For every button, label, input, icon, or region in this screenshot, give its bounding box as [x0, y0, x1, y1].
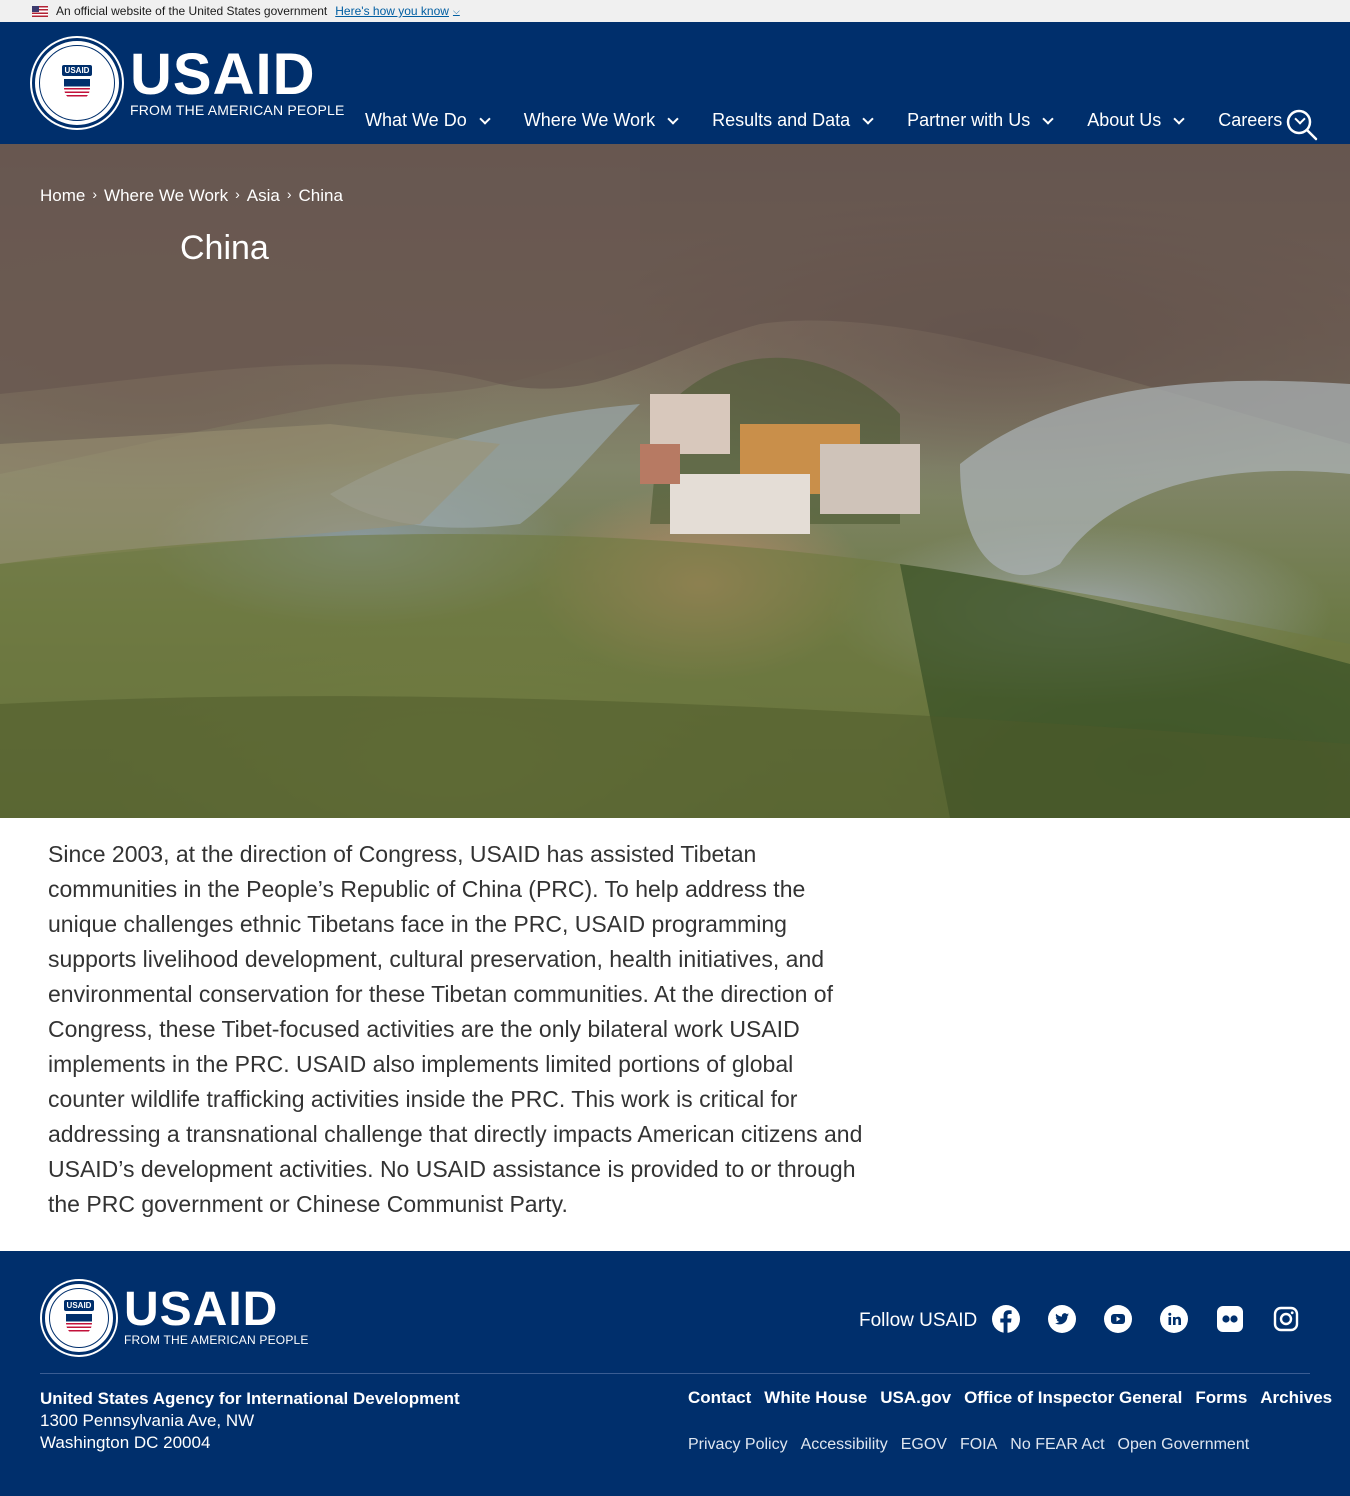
usaid-seal-icon: USAID	[42, 1281, 116, 1355]
footer-link-egov[interactable]: EGOV	[901, 1436, 947, 1454]
flickr-icon[interactable]	[1216, 1305, 1244, 1333]
main-nav: What We Do Where We Work Results and Dat…	[365, 110, 1339, 131]
logo-tagline: FROM THE AMERICAN PEOPLE	[130, 102, 345, 118]
chevron-down-icon	[862, 112, 874, 125]
search-icon[interactable]	[1286, 109, 1318, 141]
instagram-icon[interactable]	[1272, 1305, 1300, 1333]
social-links	[992, 1305, 1328, 1333]
usaid-logo[interactable]: USAID USAID FROM THE AMERICAN PEOPLE	[32, 38, 345, 128]
logo-name: USAID	[130, 42, 316, 107]
site-footer: USAID USAID FROM THE AMERICAN PEOPLE Fol…	[0, 1251, 1350, 1496]
footer-logo-tagline: FROM THE AMERICAN PEOPLE	[124, 1333, 309, 1347]
breadcrumb-home[interactable]: Home	[40, 186, 85, 206]
footer-link-inspector-general[interactable]: Office of Inspector General	[964, 1388, 1182, 1408]
chevron-down-icon	[667, 112, 679, 125]
footer-link-privacy[interactable]: Privacy Policy	[688, 1436, 788, 1454]
org-address: United States Agency for International D…	[40, 1388, 460, 1454]
facebook-icon[interactable]	[992, 1305, 1020, 1333]
footer-divider	[40, 1373, 1310, 1374]
chevron-down-icon	[479, 112, 491, 125]
org-name: United States Agency for International D…	[40, 1389, 460, 1408]
site-header: USAID USAID FROM THE AMERICAN PEOPLE Wha…	[0, 22, 1350, 144]
intro-paragraph: Since 2003, at the direction of Congress…	[48, 841, 863, 1217]
chevron-down-icon	[1173, 112, 1185, 125]
gov-banner: An official website of the United States…	[0, 0, 1350, 22]
nav-where-we-work[interactable]: Where We Work	[524, 110, 679, 131]
nav-partner-with-us[interactable]: Partner with Us	[907, 110, 1054, 131]
breadcrumb-where-we-work[interactable]: Where We Work	[104, 186, 228, 206]
breadcrumb-current: China	[298, 186, 343, 205]
footer-link-no-fear-act[interactable]: No FEAR Act	[1010, 1436, 1104, 1454]
footer-secondary-links: Privacy Policy Accessibility EGOV FOIA N…	[688, 1436, 1262, 1454]
nav-what-we-do[interactable]: What We Do	[365, 110, 491, 131]
address-line-1: 1300 Pennsylvania Ave, NW	[40, 1411, 255, 1430]
page-title: China	[180, 229, 269, 267]
heres-how-you-know-link[interactable]: Here's how you know ⌵	[335, 4, 460, 18]
chevron-down-icon	[1042, 112, 1054, 125]
us-flag-icon	[32, 5, 48, 17]
main-content: Since 2003, at the direction of Congress…	[0, 818, 1350, 1251]
footer-link-archives[interactable]: Archives	[1260, 1388, 1332, 1408]
chevron-right-icon: ›	[92, 186, 98, 202]
chevron-right-icon: ›	[286, 186, 292, 202]
youtube-icon[interactable]	[1104, 1305, 1132, 1333]
nav-results-and-data[interactable]: Results and Data	[712, 110, 874, 131]
gov-banner-text: An official website of the United States…	[56, 4, 328, 18]
chevron-down-icon: ⌵	[452, 5, 460, 16]
breadcrumb-asia[interactable]: Asia	[247, 186, 280, 206]
follow-label: Follow USAID	[859, 1310, 978, 1331]
breadcrumb: Home › Where We Work › Asia › China	[40, 186, 343, 206]
footer-link-forms[interactable]: Forms	[1195, 1388, 1247, 1408]
linkedin-icon[interactable]	[1160, 1305, 1188, 1333]
footer-logo-name: USAID	[124, 1283, 279, 1336]
usaid-seal-icon: USAID	[32, 38, 122, 128]
nav-about-us[interactable]: About Us	[1087, 110, 1185, 131]
footer-link-white-house[interactable]: White House	[764, 1388, 867, 1408]
footer-usaid-logo[interactable]: USAID USAID FROM THE AMERICAN PEOPLE	[42, 1281, 309, 1355]
footer-link-open-government[interactable]: Open Government	[1118, 1436, 1250, 1454]
footer-link-foia[interactable]: FOIA	[960, 1436, 997, 1454]
footer-primary-links: Contact White House USA.gov Office of In…	[688, 1388, 1345, 1408]
twitter-icon[interactable]	[1048, 1305, 1076, 1333]
footer-link-accessibility[interactable]: Accessibility	[801, 1436, 888, 1454]
footer-link-usa-gov[interactable]: USA.gov	[880, 1388, 951, 1408]
chevron-right-icon: ›	[235, 186, 240, 202]
address-line-2: Washington DC 20004	[40, 1433, 211, 1452]
hero-banner: Home › Where We Work › Asia › China Chin…	[0, 144, 1350, 818]
wordmark: USAID FROM THE AMERICAN PEOPLE	[130, 42, 345, 119]
footer-link-contact[interactable]: Contact	[688, 1388, 751, 1408]
